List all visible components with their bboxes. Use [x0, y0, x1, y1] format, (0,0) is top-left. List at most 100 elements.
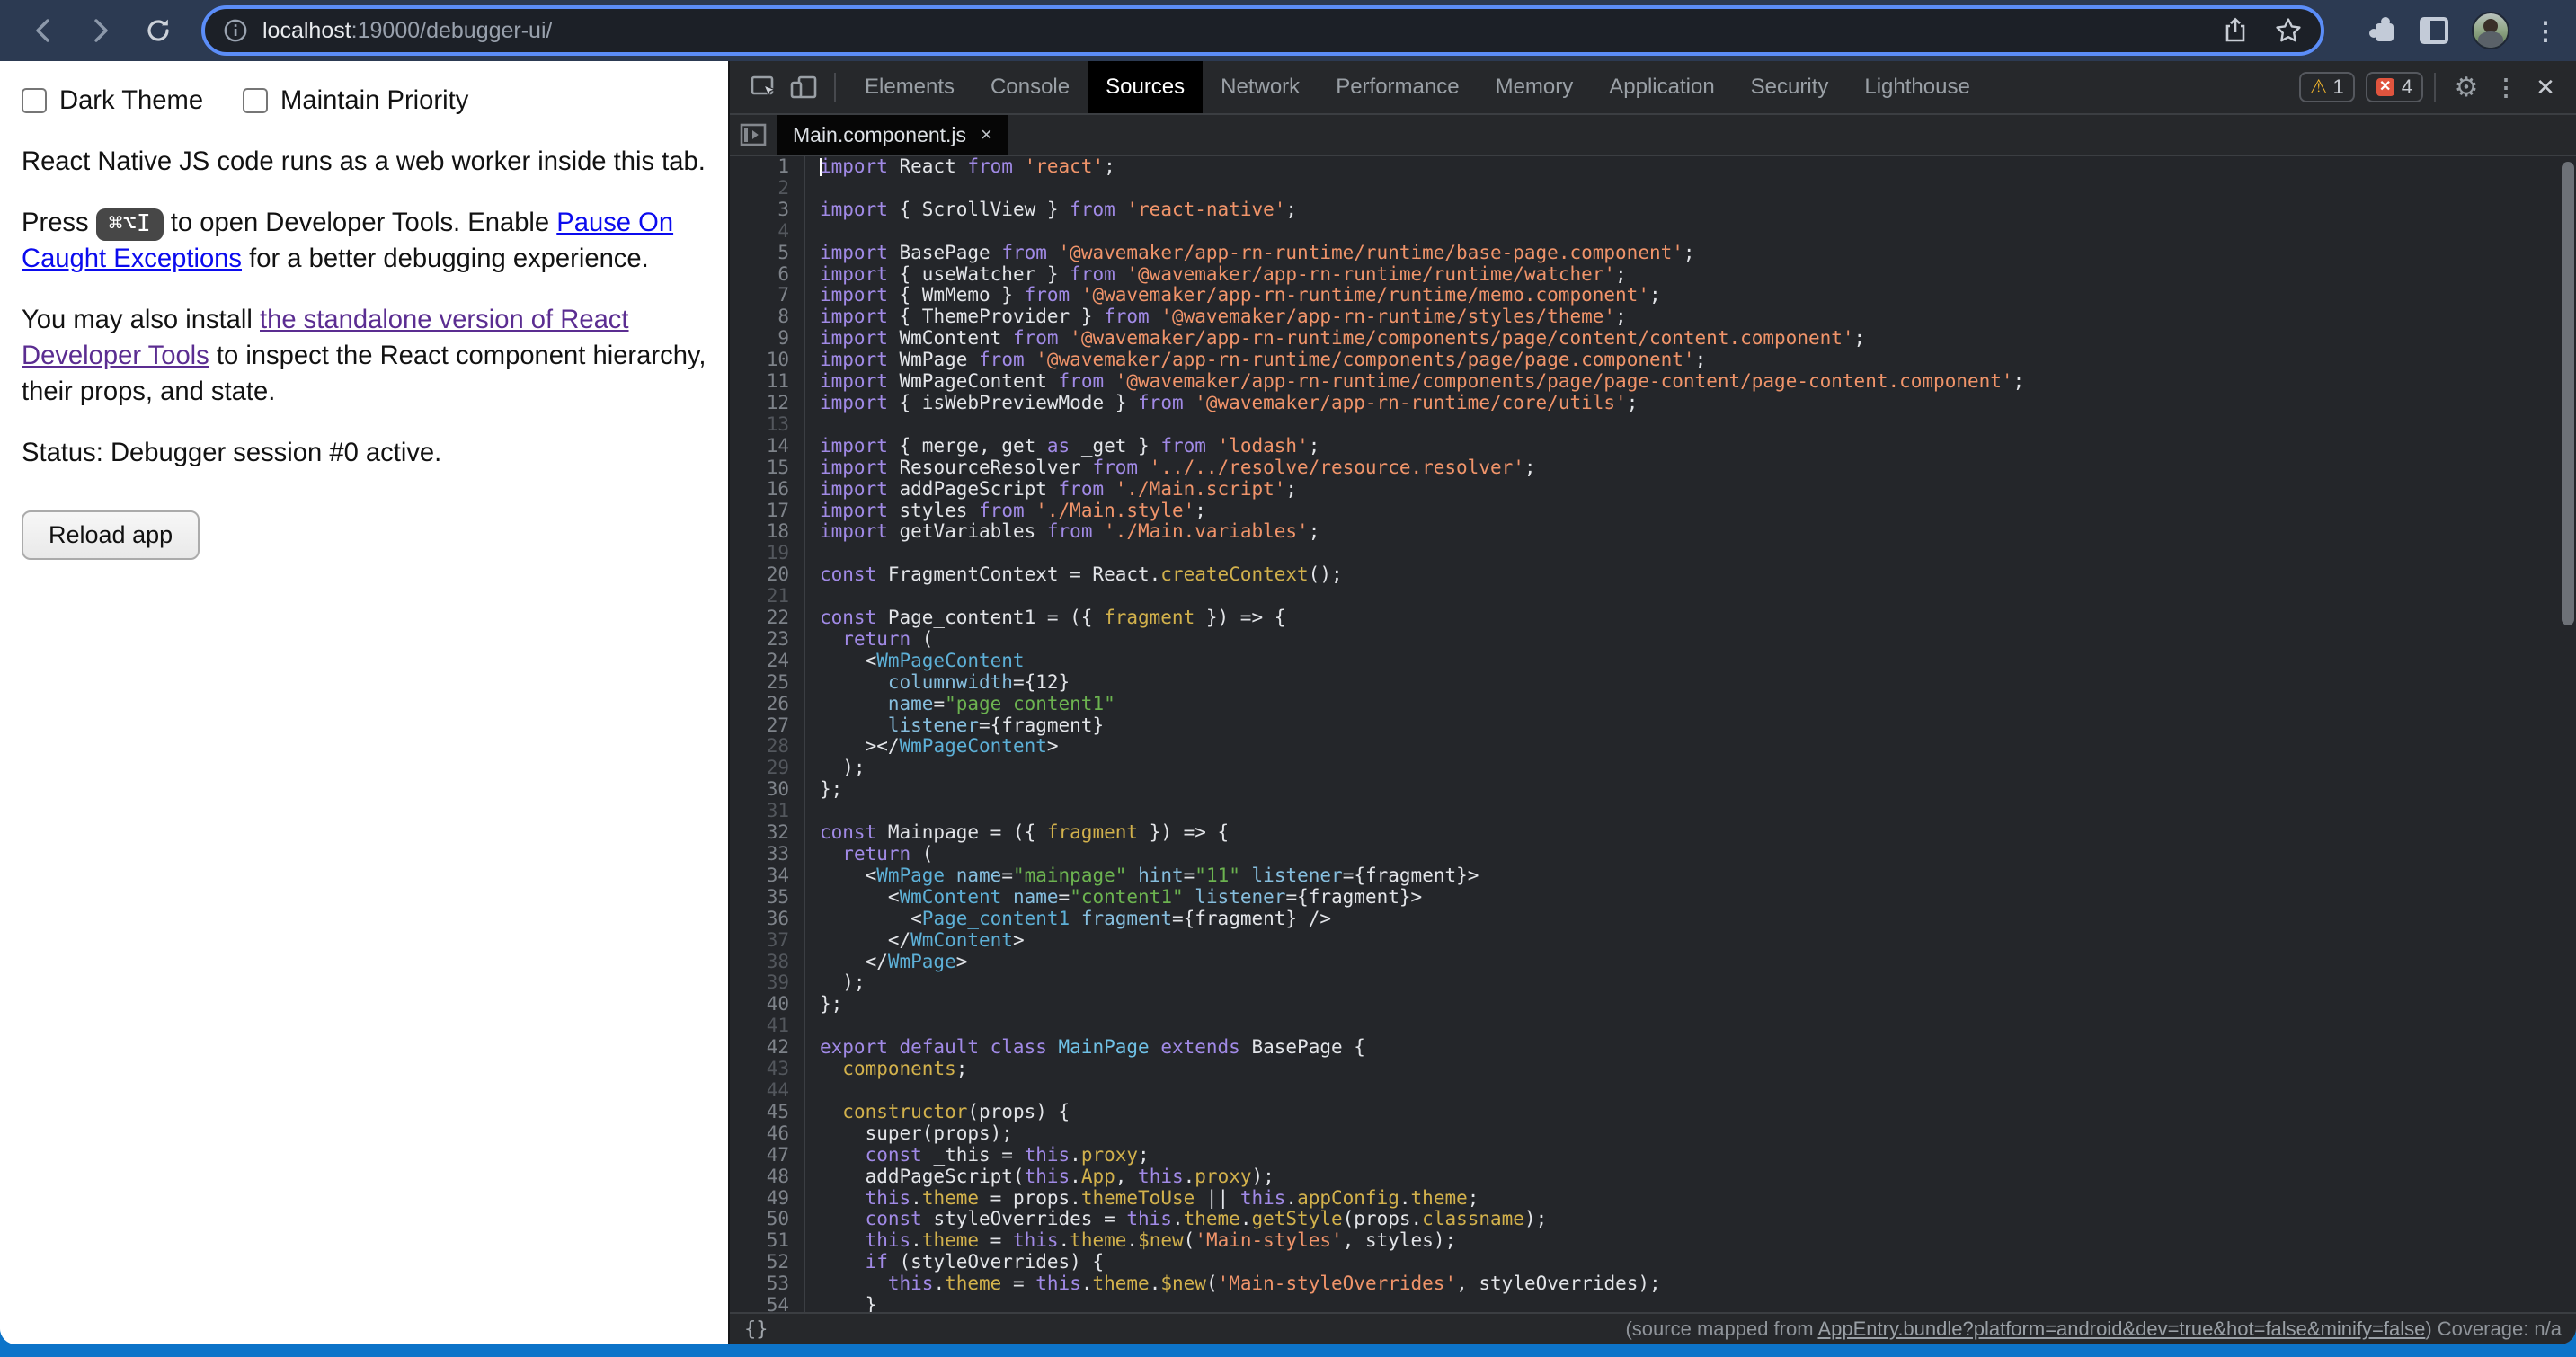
devtools-menu-button[interactable]: ⋮	[2486, 67, 2526, 107]
code-lines[interactable]: import React from 'react';import { Scrol…	[805, 156, 2576, 1312]
line-number[interactable]: 3	[730, 200, 789, 221]
line-number[interactable]: 28	[730, 736, 789, 758]
settings-button[interactable]: ⚙	[2447, 67, 2486, 107]
line-number[interactable]: 19	[730, 543, 789, 564]
line-number[interactable]: 37	[730, 930, 789, 952]
tab-network[interactable]: Network	[1203, 61, 1318, 113]
tab-application[interactable]: Application	[1591, 61, 1732, 113]
line-number[interactable]: 15	[730, 457, 789, 479]
line-number[interactable]: 25	[730, 672, 789, 694]
inspect-element-button[interactable]	[744, 67, 784, 107]
tab-memory[interactable]: Memory	[1478, 61, 1592, 113]
line-number[interactable]: 42	[730, 1037, 789, 1059]
line-number[interactable]: 33	[730, 844, 789, 865]
line-number[interactable]: 29	[730, 758, 789, 779]
url-path: :19000/debugger-ui/	[351, 18, 553, 43]
back-button[interactable]	[22, 9, 65, 52]
line-number[interactable]: 4	[730, 221, 789, 243]
line-number[interactable]: 36	[730, 909, 789, 930]
url-text[interactable]: localhost:19000/debugger-ui/	[262, 18, 552, 44]
maintain-priority-checkbox[interactable]	[243, 88, 268, 113]
code-line: import { useWatcher } from '@wavemaker/a…	[820, 264, 2576, 286]
line-number[interactable]: 24	[730, 651, 789, 672]
line-number[interactable]: 49	[730, 1188, 789, 1210]
line-number[interactable]: 1	[730, 156, 789, 178]
tab-performance[interactable]: Performance	[1318, 61, 1477, 113]
code-line: import getVariables from './Main.variabl…	[820, 521, 2576, 543]
line-number[interactable]: 41	[730, 1016, 789, 1037]
line-number[interactable]: 9	[730, 328, 789, 350]
tab-lighthouse[interactable]: Lighthouse	[1846, 61, 1987, 113]
line-number[interactable]: 7	[730, 285, 789, 306]
line-number[interactable]: 43	[730, 1059, 789, 1080]
issues-badge[interactable]: ✕4	[2366, 72, 2423, 102]
line-number[interactable]: 27	[730, 715, 789, 737]
bookmark-button[interactable]	[2274, 16, 2303, 45]
line-number[interactable]: 14	[730, 436, 789, 457]
browser-menu-button[interactable]: ⋮	[2533, 16, 2558, 46]
line-number[interactable]: 22	[730, 608, 789, 629]
warnings-badge[interactable]: ⚠1	[2299, 72, 2355, 102]
line-number[interactable]: 35	[730, 887, 789, 909]
tab-console[interactable]: Console	[973, 61, 1088, 113]
line-number[interactable]: 13	[730, 414, 789, 436]
gutter[interactable]: 1234567891011121314151617181920212223242…	[730, 156, 805, 1312]
scrollbar-thumb[interactable]	[2562, 162, 2574, 625]
line-number[interactable]: 53	[730, 1273, 789, 1295]
tab-elements[interactable]: Elements	[847, 61, 973, 113]
line-number[interactable]: 18	[730, 521, 789, 543]
line-number[interactable]: 20	[730, 564, 789, 586]
tab-security[interactable]: Security	[1733, 61, 1847, 113]
line-number[interactable]: 17	[730, 501, 789, 522]
devtools-panel: ElementsConsoleSourcesNetworkPerformance…	[728, 61, 2576, 1344]
reload-button[interactable]	[137, 9, 180, 52]
line-number[interactable]: 50	[730, 1209, 789, 1230]
close-file-tab-icon[interactable]: ×	[981, 123, 992, 146]
line-number[interactable]: 54	[730, 1295, 789, 1312]
source-map-link[interactable]: AppEntry.bundle?platform=android&dev=tru…	[1817, 1317, 2425, 1340]
code-editor[interactable]: 1234567891011121314151617181920212223242…	[730, 156, 2576, 1312]
line-number[interactable]: 31	[730, 801, 789, 822]
dark-theme-checkbox[interactable]	[22, 88, 47, 113]
line-number[interactable]: 34	[730, 865, 789, 887]
line-number[interactable]: 46	[730, 1123, 789, 1145]
line-number[interactable]: 52	[730, 1252, 789, 1273]
line-number[interactable]: 45	[730, 1102, 789, 1123]
line-number[interactable]: 32	[730, 822, 789, 844]
pretty-print-button[interactable]: {}	[744, 1318, 768, 1341]
line-number[interactable]: 23	[730, 629, 789, 651]
line-number[interactable]: 26	[730, 694, 789, 715]
extensions-button[interactable]	[2369, 17, 2396, 44]
line-number[interactable]: 39	[730, 972, 789, 994]
line-number[interactable]: 12	[730, 393, 789, 414]
file-tab-main-component[interactable]: Main.component.js ×	[777, 115, 1008, 155]
line-number[interactable]: 40	[730, 994, 789, 1016]
line-number[interactable]: 5	[730, 243, 789, 264]
line-number[interactable]: 38	[730, 952, 789, 973]
editor-scrollbar[interactable]	[2560, 156, 2576, 1312]
line-number[interactable]: 8	[730, 306, 789, 328]
star-icon	[2274, 16, 2303, 45]
show-navigator-button[interactable]	[730, 115, 777, 155]
share-button[interactable]	[2222, 17, 2249, 44]
side-panel-button[interactable]	[2420, 17, 2448, 44]
tab-sources[interactable]: Sources	[1088, 61, 1203, 113]
line-number[interactable]: 16	[730, 479, 789, 501]
line-number[interactable]: 51	[730, 1230, 789, 1252]
reload-app-button[interactable]: Reload app	[22, 510, 200, 560]
line-number[interactable]: 2	[730, 178, 789, 200]
line-number[interactable]: 11	[730, 371, 789, 393]
line-number[interactable]: 44	[730, 1080, 789, 1102]
line-number[interactable]: 48	[730, 1166, 789, 1188]
line-number[interactable]: 6	[730, 264, 789, 286]
line-number[interactable]: 10	[730, 350, 789, 371]
address-bar[interactable]: localhost:19000/debugger-ui/	[201, 5, 2324, 56]
device-toolbar-button[interactable]	[784, 67, 823, 107]
keyboard-shortcut: ⌘⌥I	[96, 208, 164, 241]
line-number[interactable]: 21	[730, 586, 789, 608]
line-number[interactable]: 30	[730, 779, 789, 801]
line-number[interactable]: 47	[730, 1145, 789, 1166]
close-devtools-button[interactable]: ✕	[2526, 67, 2565, 107]
forward-button[interactable]	[79, 9, 122, 52]
profile-button[interactable]	[2472, 12, 2509, 49]
